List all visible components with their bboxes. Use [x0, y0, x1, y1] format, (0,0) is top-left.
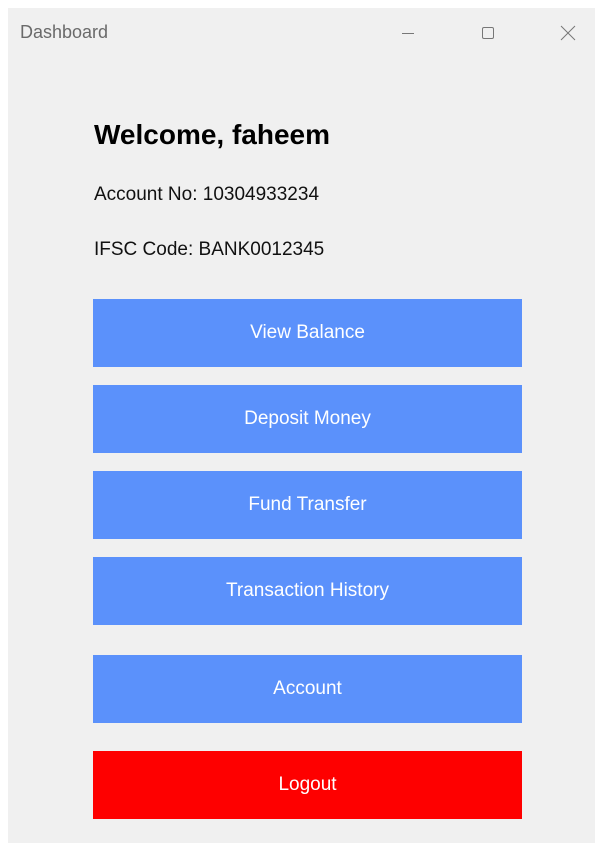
deposit-money-button[interactable]: Deposit Money [93, 385, 522, 453]
close-icon [559, 24, 577, 42]
dashboard-content: Welcome, faheem Account No: 10304933234 … [8, 58, 595, 843]
maximize-button[interactable] [468, 16, 508, 50]
view-balance-button[interactable]: View Balance [93, 299, 522, 367]
minimize-icon [400, 25, 416, 41]
ifsc-code-label: IFSC Code: BANK0012345 [94, 239, 325, 260]
maximize-icon [480, 25, 496, 41]
fund-transfer-button[interactable]: Fund Transfer [93, 471, 522, 539]
welcome-heading: Welcome, faheem [94, 119, 331, 150]
dashboard-window: Dashboard Welcome, faheem Account No: 10… [8, 8, 595, 843]
logout-button[interactable]: Logout [93, 751, 522, 819]
title-bar[interactable]: Dashboard [8, 8, 595, 58]
account-button[interactable]: Account [93, 655, 522, 723]
minimize-button[interactable] [388, 16, 428, 50]
window-title: Dashboard [20, 22, 109, 42]
close-button[interactable] [548, 16, 588, 50]
account-number-label: Account No: 10304933234 [94, 184, 320, 205]
transaction-history-button[interactable]: Transaction History [93, 557, 522, 625]
